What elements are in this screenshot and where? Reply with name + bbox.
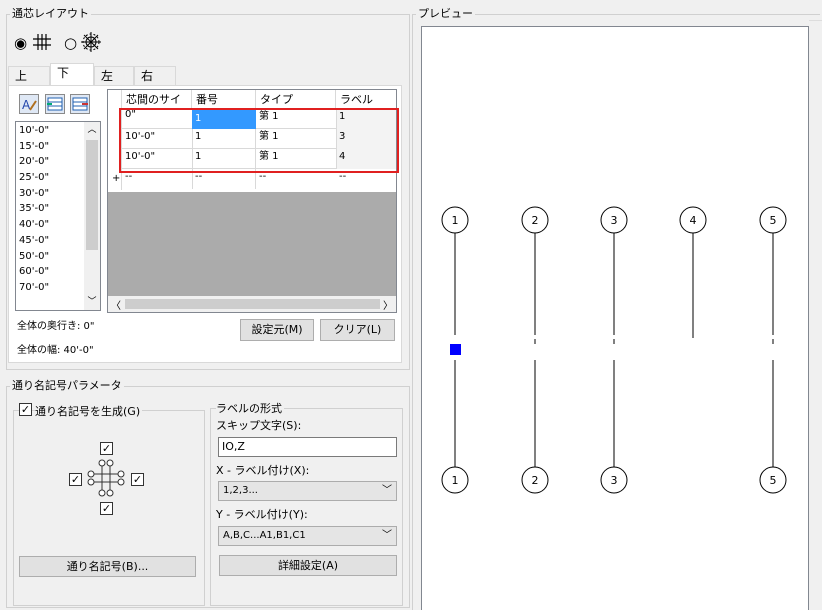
clear-button[interactable]: クリア(L): [320, 319, 395, 341]
radial-radio-button[interactable]: ○: [64, 34, 77, 52]
scroll-up-icon[interactable]: ︿: [84, 122, 100, 138]
grid-bubble-label: 3: [611, 474, 618, 487]
grid-header-label[interactable]: ラベル: [336, 90, 396, 109]
advanced-button[interactable]: 詳細設定(A): [219, 555, 397, 576]
rect-grid-icon: [33, 34, 51, 50]
scroll-thumb[interactable]: [86, 140, 98, 250]
y-label-select[interactable]: A,B,C...A1,B1,C1 ﹀: [218, 526, 397, 546]
list-item[interactable]: 30'-0": [16, 186, 86, 202]
grid-bubble-label: 5: [770, 474, 777, 487]
grid-bubble-label: 5: [770, 214, 777, 227]
grid-header-type[interactable]: タイプ: [256, 90, 336, 109]
tab-right[interactable]: 右: [134, 66, 176, 85]
list-item[interactable]: 60'-0": [16, 264, 86, 280]
scroll-right-icon[interactable]: 〉: [383, 297, 393, 312]
list-item[interactable]: 15'-0": [16, 139, 86, 155]
chevron-down-icon: ﹀: [382, 530, 392, 541]
tab-left[interactable]: 左: [94, 66, 134, 85]
grid-bubble-label: 1: [452, 214, 459, 227]
list-item[interactable]: 50'-0": [16, 249, 86, 265]
edit-spacing-icon[interactable]: A: [19, 94, 39, 114]
grid-header-number[interactable]: 番号: [192, 90, 256, 109]
grid-bubble-label: 4: [690, 214, 697, 227]
bubble-top-checkbox[interactable]: ✓: [100, 442, 113, 455]
tab-top[interactable]: 上: [8, 66, 50, 85]
grid-preview-drawing: 1 2 3 4 5 1 2 3 5: [441, 206, 787, 494]
list-item[interactable]: 20'-0": [16, 154, 86, 170]
list-item[interactable]: 35'-0": [16, 201, 86, 217]
insert-row-icon[interactable]: [45, 94, 65, 114]
selection-highlight: [119, 108, 399, 173]
grid-bubble-label: 1: [452, 474, 459, 487]
skip-chars-label: スキップ文字(S):: [216, 419, 302, 432]
chevron-down-icon: ﹀: [382, 485, 392, 496]
list-item[interactable]: 25'-0": [16, 170, 86, 186]
grid-radio-button[interactable]: ◉: [14, 34, 27, 52]
spacing-list[interactable]: 10'-0" 15'-0" 20'-0" 25'-0" 30'-0" 35'-0" 40'-…: [15, 121, 101, 311]
bubbles-button[interactable]: 通り名記号(B)...: [19, 556, 196, 577]
scroll-down-icon[interactable]: ﹀: [84, 294, 100, 310]
list-item[interactable]: 45'-0": [16, 233, 86, 249]
bubble-left-checkbox[interactable]: ✓: [69, 473, 82, 486]
total-width-text: 全体の幅: 40'-0": [17, 345, 94, 356]
y-label-value: A,B,C...A1,B1,C1: [223, 530, 306, 541]
skip-chars-input[interactable]: IO,Z: [218, 437, 397, 457]
bubble-bottom-checkbox[interactable]: ✓: [100, 502, 113, 515]
grid-bubble-diagram-icon: [87, 459, 125, 497]
set-origin-button[interactable]: 設定元(M): [240, 319, 314, 341]
grid-hscrollbar[interactable]: 〈 〉: [108, 296, 396, 312]
preview-title: プレビュー: [416, 5, 475, 21]
list-item[interactable]: 40'-0": [16, 217, 86, 233]
list-item[interactable]: 70'-0": [16, 280, 86, 296]
scroll-left-icon[interactable]: 〈: [111, 297, 121, 312]
bubble-group-title: 通り名記号パラメータ: [10, 377, 124, 393]
generate-bubbles-label: 通り名記号を生成(G): [35, 403, 143, 419]
y-label-label: Y - ラベル付け(Y):: [216, 508, 308, 521]
radial-grid-icon: [81, 32, 101, 52]
generate-bubbles-checkbox[interactable]: ✓: [19, 403, 32, 416]
x-label-label: X - ラベル付け(X):: [216, 464, 310, 477]
label-format-title: ラベルの形式: [216, 400, 284, 416]
hscroll-thumb[interactable]: [125, 299, 380, 309]
total-depth-text: 全体の奥行き: 0": [17, 321, 95, 332]
grid-bubble-label: 3: [611, 214, 618, 227]
list-item[interactable]: 10'-0": [16, 123, 86, 139]
svg-text:A: A: [22, 98, 31, 112]
list-scrollbar[interactable]: ︿ ﹀: [84, 122, 100, 310]
delete-row-icon[interactable]: [70, 94, 90, 114]
grid-bubble-label: 2: [532, 214, 539, 227]
x-label-value: 1,2,3...: [223, 485, 258, 496]
bubble-right-checkbox[interactable]: ✓: [131, 473, 144, 486]
tab-bottom[interactable]: 下: [50, 63, 94, 86]
x-label-select[interactable]: 1,2,3... ﹀: [218, 481, 397, 501]
selected-grid-marker[interactable]: [450, 344, 461, 355]
grid-bubble-label: 2: [532, 474, 539, 487]
layout-group-title: 通芯レイアウト: [10, 5, 91, 21]
